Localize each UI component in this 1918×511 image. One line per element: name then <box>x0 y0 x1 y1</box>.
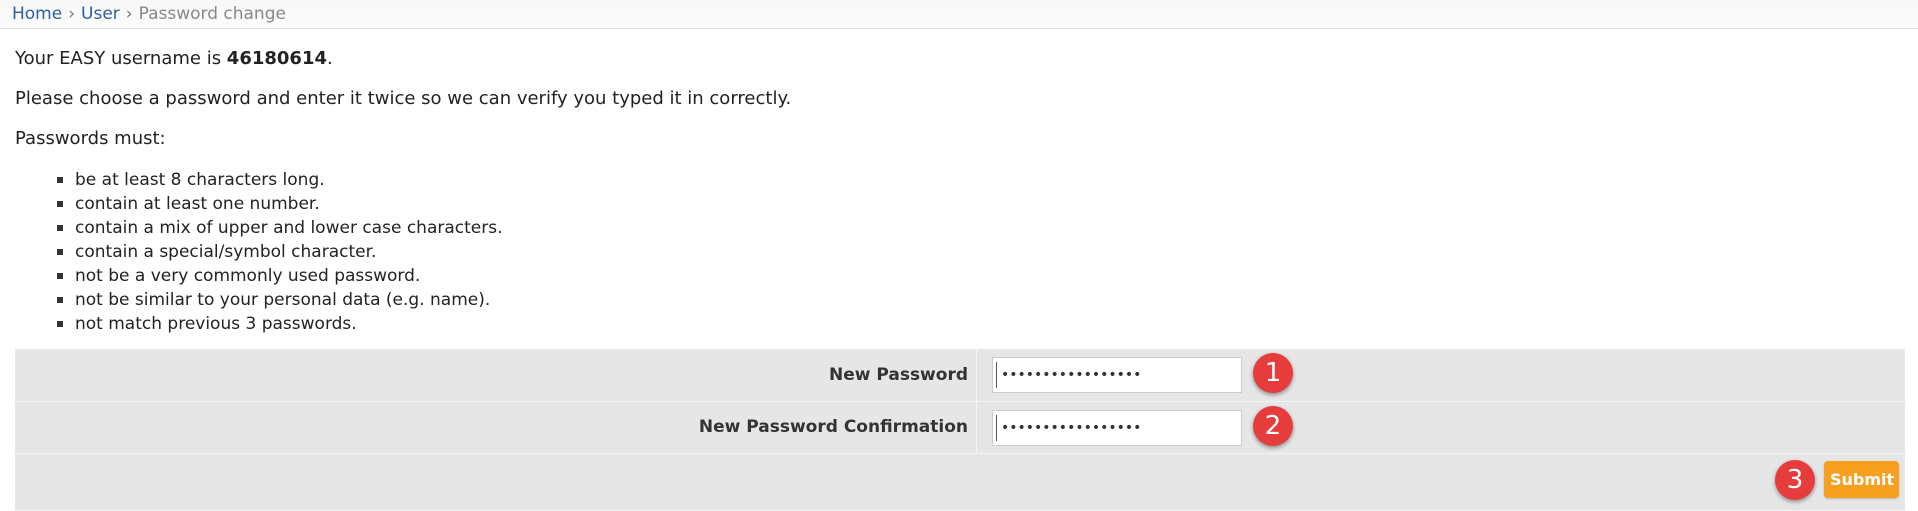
bullet-icon <box>57 321 63 327</box>
rule-text: be at least 8 characters long. <box>75 170 325 190</box>
new-password-cell <box>978 349 1905 401</box>
rule-text: contain a mix of upper and lower case ch… <box>75 218 503 238</box>
rule-item: contain at least one number. <box>57 192 503 216</box>
bullet-icon <box>57 225 63 231</box>
rule-text: contain a special/symbol character. <box>75 242 377 262</box>
breadcrumb-separator: › <box>125 4 133 24</box>
step-badge-2: 2 <box>1253 406 1293 446</box>
rule-item: not be similar to your personal data (e.… <box>57 288 503 312</box>
username-prefix: Your EASY username is <box>15 48 227 69</box>
username-text: Your EASY username is 46180614. <box>15 46 333 72</box>
rule-item: contain a mix of upper and lower case ch… <box>57 216 503 240</box>
confirm-password-label: New Password Confirmation <box>15 402 977 453</box>
bullet-icon <box>57 177 63 183</box>
confirm-password-row: New Password Confirmation <box>15 402 1905 454</box>
password-rules-list: be at least 8 characters long. contain a… <box>57 168 503 336</box>
bullet-icon <box>57 201 63 207</box>
rule-text: not be a very commonly used password. <box>75 266 421 286</box>
breadcrumb-current: Password change <box>138 4 286 24</box>
rule-text: contain at least one number. <box>75 194 320 214</box>
username-suffix: . <box>327 48 333 69</box>
text-cursor <box>996 415 997 441</box>
new-password-label: New Password <box>15 349 977 401</box>
breadcrumb-user-link[interactable]: User <box>81 4 120 24</box>
confirm-password-cell <box>978 402 1905 453</box>
bullet-icon <box>57 249 63 255</box>
rules-heading: Passwords must: <box>15 128 166 149</box>
submit-button[interactable]: Submit <box>1824 461 1899 498</box>
rule-item: contain a special/symbol character. <box>57 240 503 264</box>
new-password-field[interactable] <box>992 357 1242 393</box>
step-badge-1: 1 <box>1253 353 1293 393</box>
breadcrumb: Home › User › Password change <box>0 0 1918 29</box>
confirm-password-field[interactable] <box>992 410 1242 446</box>
breadcrumb-home-link[interactable]: Home <box>12 4 62 24</box>
instruction-text: Please choose a password and enter it tw… <box>15 88 792 109</box>
new-password-row: New Password <box>15 349 1905 402</box>
rule-text: not be similar to your personal data (e.… <box>75 290 491 310</box>
text-cursor <box>996 362 997 388</box>
bullet-icon <box>57 297 63 303</box>
breadcrumb-separator: › <box>68 4 76 24</box>
step-badge-3: 3 <box>1775 460 1815 500</box>
submit-row <box>15 454 1905 511</box>
username-value: 46180614 <box>226 48 327 69</box>
rule-text: not match previous 3 passwords. <box>75 314 357 334</box>
rule-item: be at least 8 characters long. <box>57 168 503 192</box>
bullet-icon <box>57 273 63 279</box>
rule-item: not match previous 3 passwords. <box>57 312 503 336</box>
rule-item: not be a very commonly used password. <box>57 264 503 288</box>
